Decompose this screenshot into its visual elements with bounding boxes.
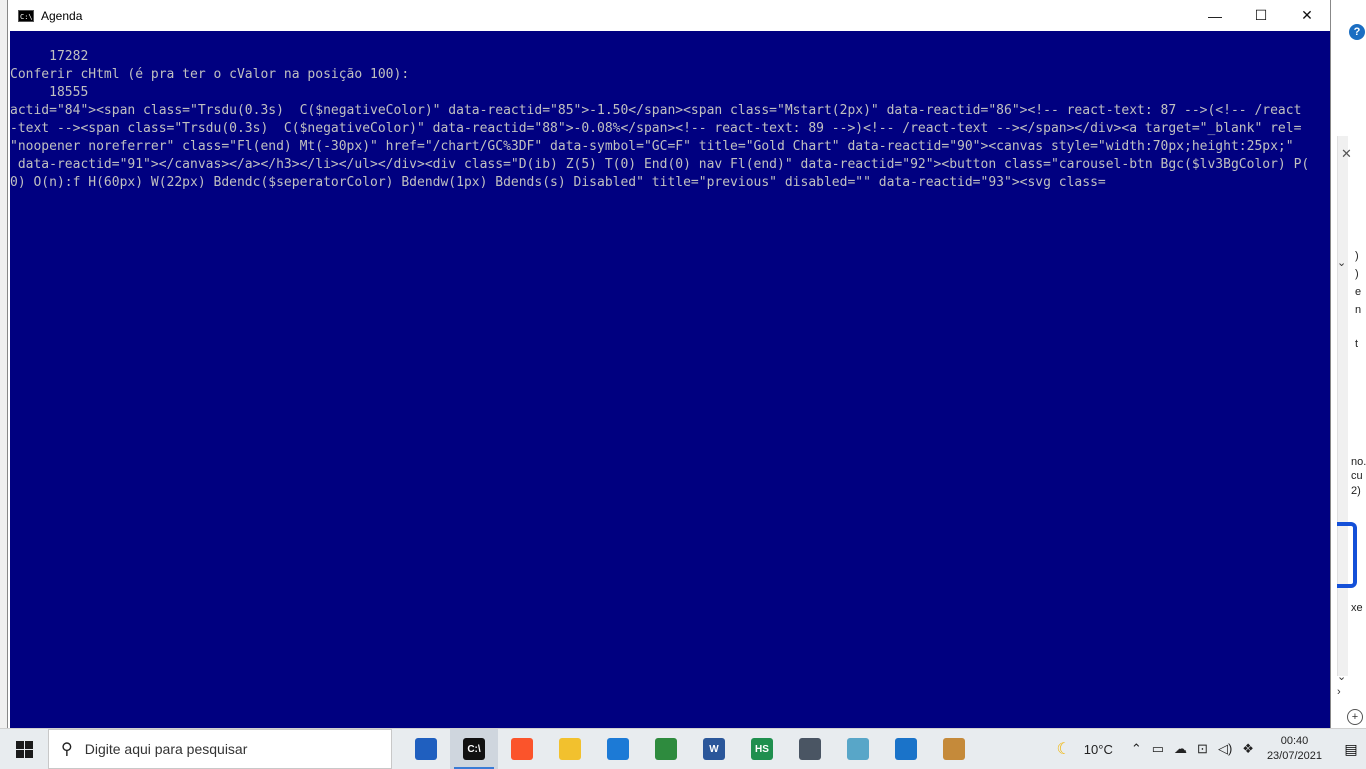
window-titlebar[interactable]: C:\ Agenda — ☐ ✕ (8, 0, 1330, 31)
console-text: 17282 Conferir cHtml (é pra ter o cValor… (10, 49, 1310, 190)
word-icon: W (703, 738, 725, 760)
hs-app-icon: HS (751, 738, 773, 760)
maximize-button[interactable]: ☐ (1238, 0, 1284, 31)
azure-app-taskbar-button[interactable] (402, 729, 450, 769)
clock[interactable]: 00:40 23/07/2021 (1267, 734, 1322, 764)
text-fragment: cu (1351, 470, 1363, 482)
clock-date: 23/07/2021 (1266, 750, 1322, 762)
console-app-icon: C:\ (463, 738, 485, 760)
edge-taskbar-button[interactable] (594, 729, 642, 769)
system-tray: ☾ 10°C ⌃ ▭ ☁ ⊡ ◁) ❖ 00:40 23/07/2021 ▤ (1056, 729, 1366, 769)
text-fragment: no. (1351, 456, 1366, 468)
close-button[interactable]: ✕ (1284, 0, 1330, 31)
add-icon[interactable]: + (1347, 709, 1363, 725)
console-window: C:\ Agenda — ☐ ✕ 17282 Conferir cHtml (é… (8, 0, 1330, 728)
text-fragment: t (1355, 338, 1359, 350)
paint-icon (943, 738, 965, 760)
background-window: ? ✕ ) ) e n t no. cu 2) xe ⌄ ⌄ › + (1330, 0, 1366, 728)
network-icon[interactable]: ⊡ (1197, 741, 1208, 757)
calculator-taskbar-button[interactable] (786, 729, 834, 769)
text-fragment: e (1355, 286, 1362, 298)
calculator-icon (799, 738, 821, 760)
notifications-icon[interactable]: ▤ (1336, 729, 1366, 769)
notebook-icon (847, 738, 869, 760)
weather-widget[interactable]: ☾ 10°C (1056, 739, 1117, 759)
chevron-down-icon[interactable]: ⌄ (1337, 670, 1346, 683)
notepad-chart-taskbar-button[interactable] (642, 729, 690, 769)
console-output[interactable]: 17282 Conferir cHtml (é pra ter o cValor… (10, 31, 1330, 728)
text-fragment: xe (1351, 602, 1363, 614)
close-icon[interactable]: ✕ (1341, 146, 1352, 162)
edge-icon (607, 738, 629, 760)
text-fragment: ) (1355, 268, 1359, 280)
notepad-chart-icon (655, 738, 677, 760)
dropbox-icon[interactable]: ❖ (1242, 741, 1254, 757)
moon-icon: ☾ (1056, 741, 1071, 758)
hs-app-taskbar-button[interactable]: HS (738, 729, 786, 769)
brave-browser-taskbar-button[interactable] (498, 729, 546, 769)
brave-browser-icon (511, 738, 533, 760)
search-icon: ⚲ (61, 741, 73, 758)
console-icon: C:\ (18, 9, 34, 22)
photos-icon (895, 738, 917, 760)
cloud-error-icon[interactable]: ☁ (1174, 741, 1187, 757)
scroll-up-icon[interactable]: ⌄ (1337, 256, 1346, 269)
search-input[interactable] (82, 740, 367, 758)
volume-icon[interactable]: ◁) (1218, 741, 1232, 757)
taskbar: ⚲ C:\ W HS ☾ 10°C ⌃ ▭ ☁ ⊡ ◁) ❖ 00:40 23/07… (0, 728, 1366, 769)
word-taskbar-button[interactable]: W (690, 729, 738, 769)
photos-taskbar-button[interactable] (882, 729, 930, 769)
temperature: 10°C (1083, 741, 1113, 757)
taskbar-apps: C:\ W HS (402, 729, 978, 769)
start-button[interactable] (0, 729, 48, 769)
text-fragment: ) (1355, 250, 1359, 262)
chevron-right-icon[interactable]: › (1337, 686, 1341, 698)
clock-time: 00:40 (1280, 735, 1309, 747)
text-fragment: n (1355, 304, 1362, 316)
taskbar-search[interactable]: ⚲ (48, 729, 392, 769)
file-explorer-taskbar-button[interactable] (546, 729, 594, 769)
background-scrollbar[interactable] (1337, 136, 1348, 676)
chevron-up-icon[interactable]: ⌃ (1131, 741, 1142, 757)
windows-logo-icon (15, 740, 33, 758)
console-app-taskbar-button[interactable]: C:\ (450, 729, 498, 769)
paint-taskbar-button[interactable] (930, 729, 978, 769)
file-explorer-icon (559, 738, 581, 760)
help-icon[interactable]: ? (1349, 24, 1365, 40)
minimize-button[interactable]: — (1192, 0, 1238, 31)
notebook-taskbar-button[interactable] (834, 729, 882, 769)
window-title: Agenda (41, 8, 83, 23)
azure-app-icon (415, 738, 437, 760)
battery-icon[interactable]: ▭ (1152, 741, 1164, 757)
background-button[interactable] (1337, 522, 1357, 588)
text-fragment: 2) (1351, 485, 1361, 497)
